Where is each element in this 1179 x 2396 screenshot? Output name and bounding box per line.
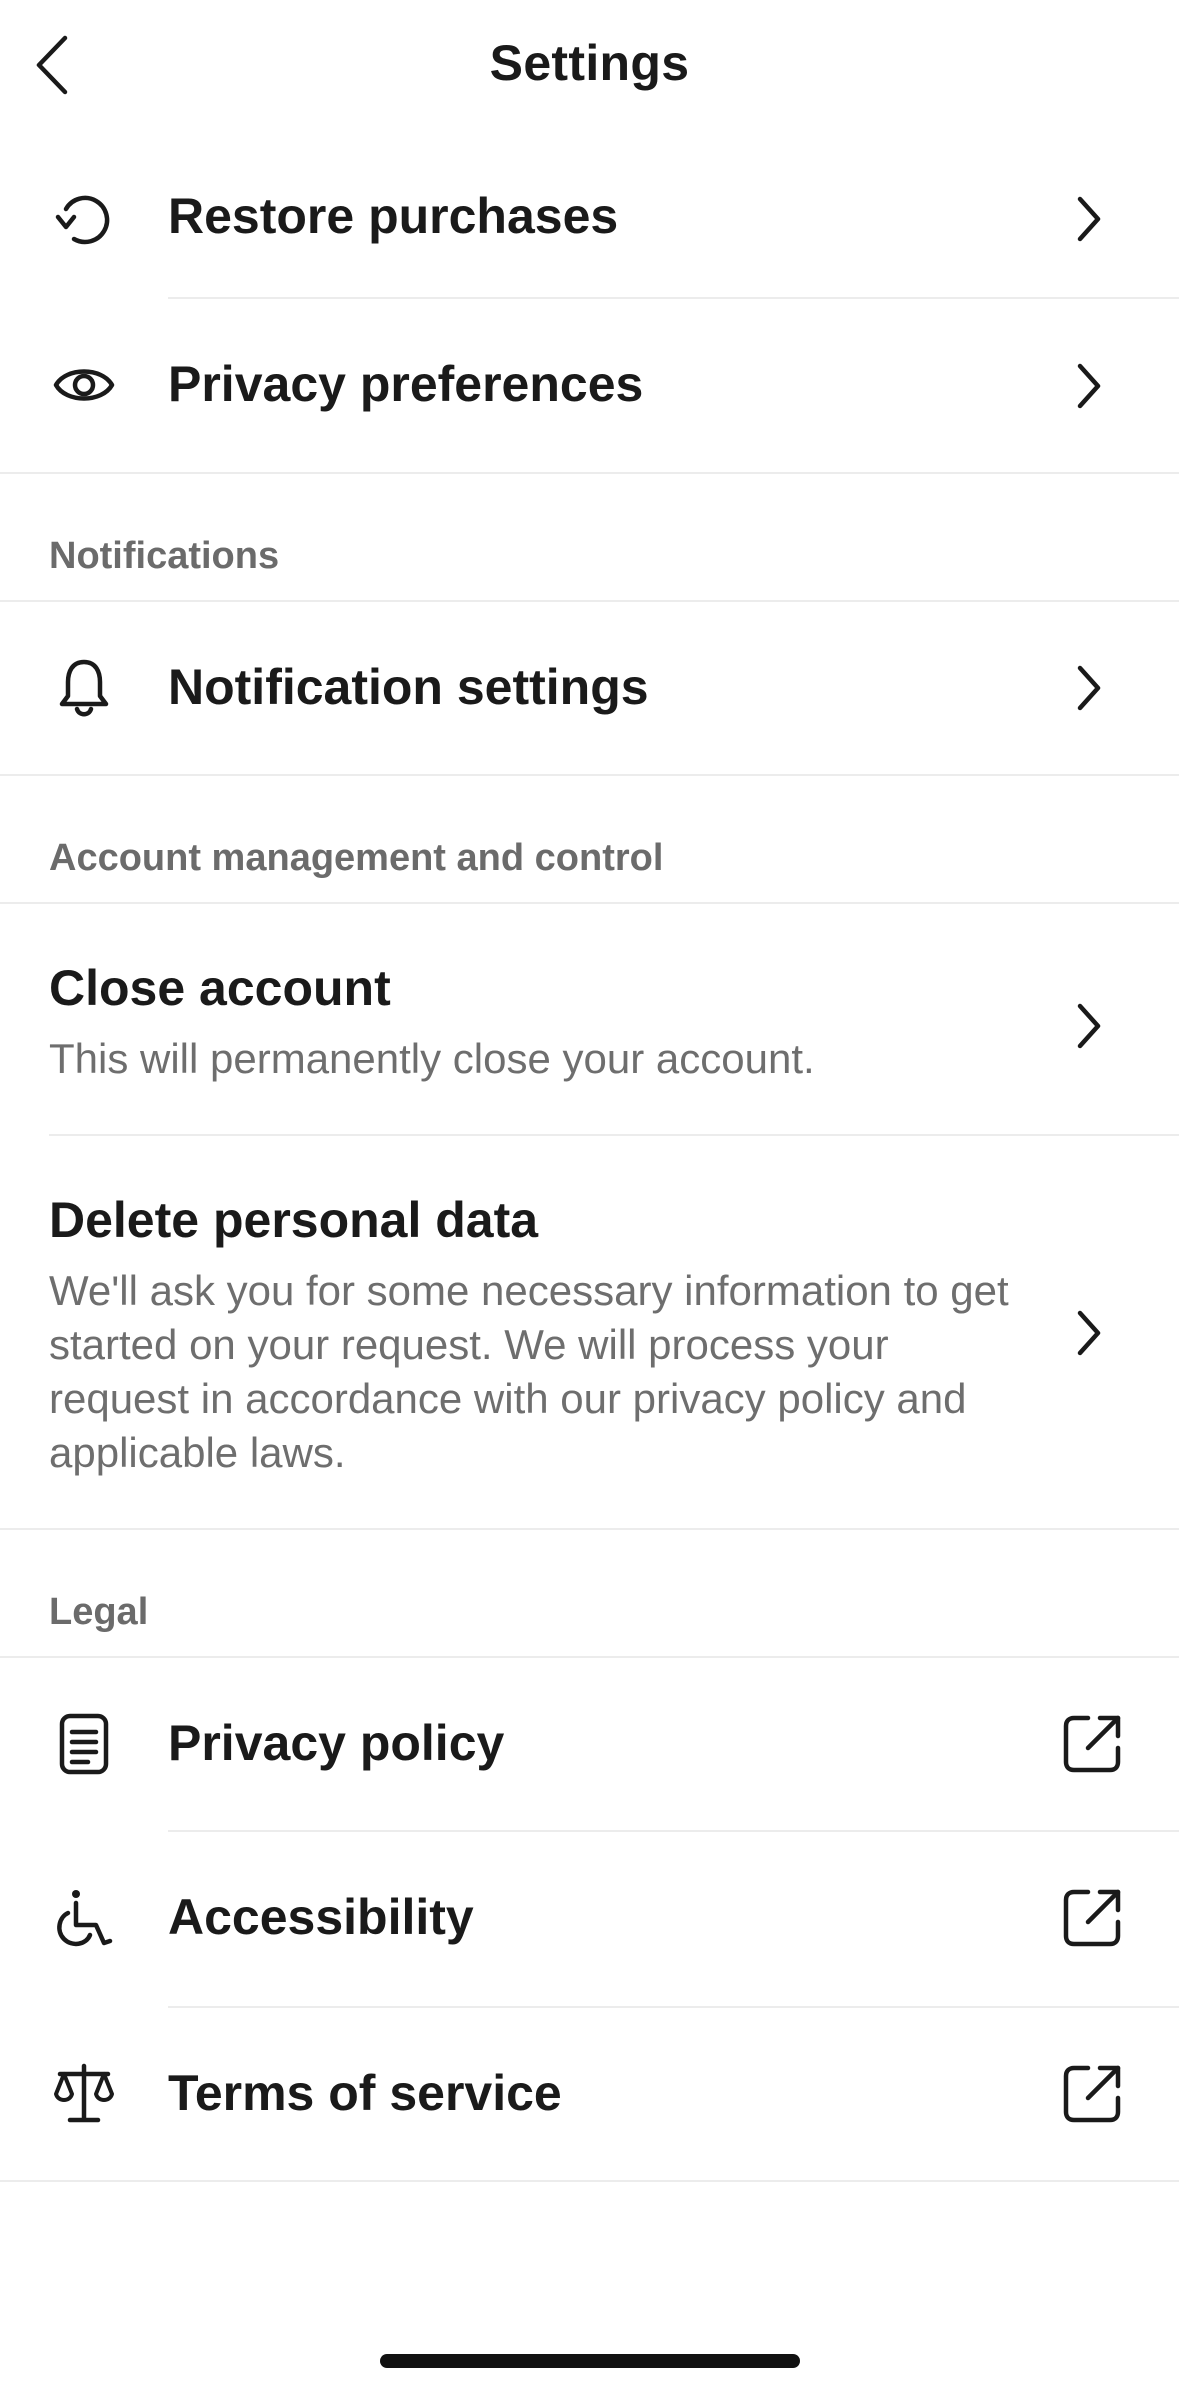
chevron-right-icon (1069, 1303, 1109, 1363)
row-label: Restore purchases (168, 188, 619, 244)
row-label: Notification settings (168, 659, 649, 715)
close-account-row[interactable]: Close account This will permanently clos… (0, 904, 1179, 1134)
external-link-icon (1057, 2059, 1127, 2129)
divider (0, 774, 1179, 776)
external-link-icon (1057, 1883, 1127, 1953)
delete-personal-data-label: Delete personal data (49, 1192, 539, 1248)
eye-icon (48, 349, 120, 421)
row-label: Privacy policy (168, 1715, 505, 1771)
divider (0, 2180, 1179, 2182)
external-link-icon (1057, 1709, 1127, 1779)
close-account-label: Close account (49, 960, 391, 1016)
home-indicator[interactable] (380, 2354, 800, 2368)
page-title: Settings (489, 35, 690, 91)
privacy-preferences-row[interactable]: Privacy preferences (0, 299, 1179, 471)
accessibility-row[interactable]: Accessibility (0, 1832, 1179, 2006)
terms-of-service-row[interactable]: Terms of service (0, 2008, 1179, 2180)
chevron-right-icon (1069, 356, 1109, 416)
notification-settings-row[interactable]: Notification settings (0, 602, 1179, 774)
bell-icon (48, 652, 120, 724)
delete-personal-data-description: We'll ask you for some necessary informa… (49, 1267, 1009, 1476)
row-label: Privacy preferences (168, 356, 644, 412)
chevron-right-icon (1069, 658, 1109, 718)
chevron-right-icon (1069, 189, 1109, 249)
privacy-policy-row[interactable]: Privacy policy (0, 1658, 1179, 1830)
section-title-notifications: Notifications (49, 535, 280, 577)
delete-personal-data-row[interactable]: Delete personal data We'll ask you for s… (0, 1136, 1179, 1528)
restore-purchases-row[interactable]: Restore purchases (0, 140, 1179, 298)
restore-icon (48, 183, 120, 255)
top-bar: Settings (0, 0, 1179, 140)
divider (0, 1528, 1179, 1530)
section-title-account-management: Account management and control (49, 837, 664, 879)
close-account-description: This will permanently close your account… (49, 1035, 815, 1082)
scales-icon (48, 2058, 120, 2130)
row-label: Terms of service (168, 2065, 562, 2121)
chevron-right-icon (1069, 996, 1109, 1056)
divider (0, 472, 1179, 474)
row-label: Accessibility (168, 1889, 474, 1945)
section-title-legal: Legal (49, 1591, 149, 1633)
document-icon (48, 1708, 120, 1780)
wheelchair-icon (48, 1883, 120, 1955)
